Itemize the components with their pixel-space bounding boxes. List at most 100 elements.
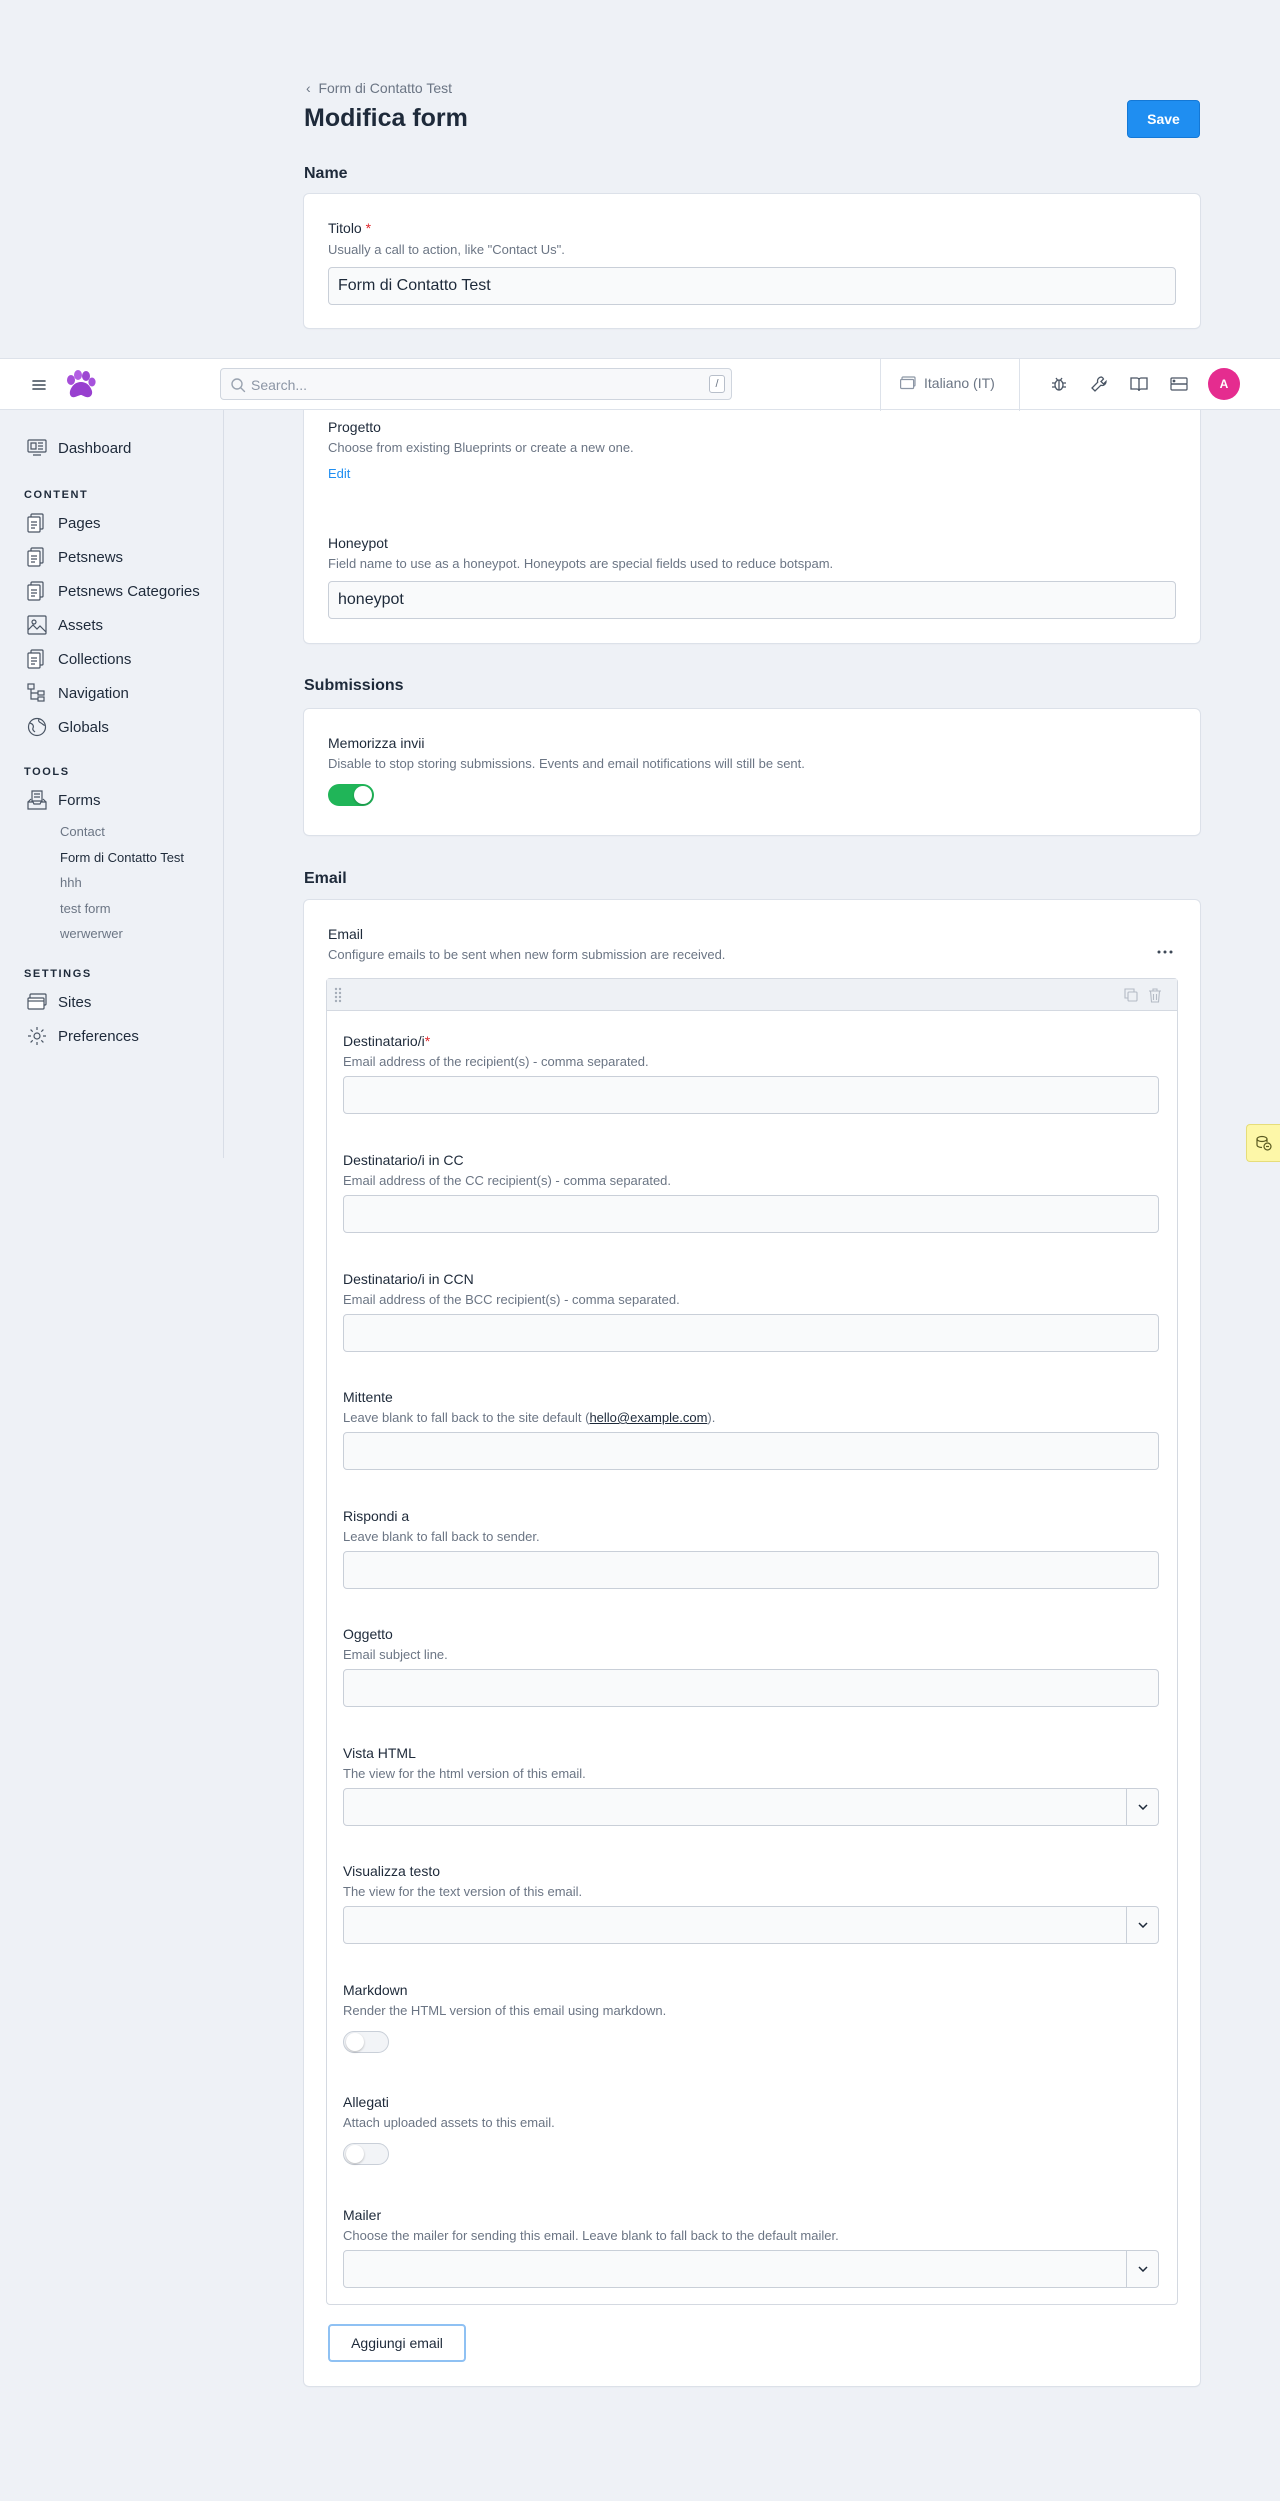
paw-logo-icon[interactable] bbox=[62, 369, 98, 401]
search-icon bbox=[230, 377, 246, 393]
sidebar-item-globals[interactable]: Globals bbox=[26, 716, 109, 738]
navigation-sitemap-icon bbox=[26, 682, 48, 704]
html-view-select[interactable] bbox=[343, 1788, 1159, 1826]
duplicate-icon[interactable] bbox=[1123, 987, 1139, 1003]
chevron-down-icon[interactable] bbox=[1126, 1789, 1158, 1825]
progetto-help: Choose from existing Blueprints or creat… bbox=[328, 440, 634, 455]
more-options-icon[interactable] bbox=[1156, 946, 1174, 958]
name-card: Titolo * Usually a call to action, like … bbox=[304, 194, 1200, 328]
text-view-help: The view for the text version of this em… bbox=[343, 1884, 583, 1899]
honeypot-input[interactable]: honeypot bbox=[328, 581, 1176, 619]
mailer-label: Mailer bbox=[343, 2207, 382, 2223]
sidebar-subitem-contact[interactable]: Contact bbox=[60, 824, 105, 839]
assets-image-icon bbox=[26, 614, 48, 636]
search-shortcut-badge: / bbox=[709, 375, 725, 393]
attachments-help: Attach uploaded assets to this email. bbox=[343, 2115, 555, 2130]
bcc-input[interactable] bbox=[343, 1314, 1159, 1352]
sidebar-item-label: Sites bbox=[58, 993, 92, 1011]
sidebar-item-label: Petsnews Categories bbox=[58, 582, 200, 600]
attachments-label: Allegati bbox=[343, 2094, 389, 2110]
reply-to-help: Leave blank to fall back to sender. bbox=[343, 1529, 540, 1544]
cc-label: Destinatario/i in CC bbox=[343, 1152, 464, 1168]
site-selector[interactable]: Italiano (IT) bbox=[900, 375, 995, 391]
email-set-header bbox=[327, 979, 1177, 1011]
sidebar-item-label: Dashboard bbox=[58, 439, 132, 457]
sidebar-item-label: Petsnews bbox=[58, 548, 124, 566]
docs-book-icon[interactable] bbox=[1128, 373, 1150, 395]
from-input[interactable] bbox=[343, 1432, 1159, 1470]
hamburger-menu-icon[interactable] bbox=[30, 376, 48, 394]
mailer-select[interactable] bbox=[343, 2250, 1159, 2288]
markdown-label: Markdown bbox=[343, 1982, 408, 1998]
sidebar-heading-settings: SETTINGS bbox=[24, 968, 92, 980]
to-input[interactable] bbox=[343, 1076, 1159, 1114]
sidebar-subitem-form-di-contatto-test[interactable]: Form di Contatto Test bbox=[60, 850, 184, 865]
sidebar-item-label: Preferences bbox=[58, 1027, 139, 1045]
chevron-down-icon[interactable] bbox=[1126, 1907, 1158, 1943]
drag-handle-icon[interactable] bbox=[333, 987, 343, 1003]
from-help: Leave blank to fall back to the site def… bbox=[343, 1410, 716, 1425]
sidebar-item-petsnews-categories[interactable]: Petsnews Categories bbox=[26, 580, 200, 602]
markdown-help: Render the HTML version of this email us… bbox=[343, 2003, 667, 2018]
sidebar-item-pages[interactable]: Pages bbox=[26, 512, 101, 534]
sidebar-subitem-test-form[interactable]: test form bbox=[60, 901, 111, 916]
section-title-email: Email bbox=[304, 870, 347, 887]
subject-label: Oggetto bbox=[343, 1626, 393, 1642]
breadcrumb[interactable]: ‹ Form di Contatto Test bbox=[306, 80, 452, 96]
sidebar-subitem-hhh[interactable]: hhh bbox=[60, 875, 82, 890]
default-email-link[interactable]: hello@example.com bbox=[589, 1410, 707, 1425]
debug-toolbar-tab[interactable] bbox=[1246, 1124, 1280, 1162]
store-submissions-help: Disable to stop storing submissions. Eve… bbox=[328, 756, 805, 771]
globe-icon bbox=[26, 716, 48, 738]
collection-icon bbox=[26, 546, 48, 568]
sidebar-item-label: Collections bbox=[58, 650, 132, 668]
sidebar-item-forms[interactable]: Forms bbox=[26, 789, 101, 811]
sidebar-subitem-werwerwer[interactable]: werwerwer bbox=[60, 926, 123, 941]
titolo-input[interactable]: Form di Contatto Test bbox=[328, 267, 1176, 305]
html-view-help: The view for the html version of this em… bbox=[343, 1766, 586, 1781]
sidebar-item-collections[interactable]: Collections bbox=[26, 648, 131, 670]
to-help: Email address of the recipient(s) - comm… bbox=[343, 1054, 649, 1069]
debug-bug-icon[interactable] bbox=[1048, 373, 1070, 395]
breadcrumb-label[interactable]: Form di Contatto Test bbox=[318, 80, 452, 96]
add-email-button[interactable]: Aggiungi email bbox=[328, 2324, 466, 2362]
attachments-toggle[interactable] bbox=[343, 2143, 389, 2165]
wrench-icon[interactable] bbox=[1088, 373, 1110, 395]
markdown-toggle[interactable] bbox=[343, 2031, 389, 2053]
store-submissions-toggle[interactable] bbox=[328, 784, 374, 806]
trash-icon[interactable] bbox=[1147, 987, 1163, 1003]
sidebar-item-label: Forms bbox=[58, 791, 101, 809]
sidebar-item-dashboard[interactable]: Dashboard bbox=[26, 437, 131, 459]
avatar[interactable]: A bbox=[1208, 368, 1240, 400]
search-input[interactable]: Search... / bbox=[220, 368, 732, 400]
section-title-submissions: Submissions bbox=[304, 677, 404, 694]
sidebar-item-sites[interactable]: Sites bbox=[26, 991, 91, 1013]
chevron-down-icon[interactable] bbox=[1126, 2251, 1158, 2287]
sidebar-item-preferences[interactable]: Preferences bbox=[26, 1025, 139, 1047]
sidebar-item-label: Pages bbox=[58, 514, 101, 532]
submissions-card: Memorizza invii Disable to stop storing … bbox=[304, 709, 1200, 835]
save-button[interactable]: Save bbox=[1127, 100, 1200, 138]
sidebar-item-petsnews[interactable]: Petsnews bbox=[26, 546, 123, 568]
reply-to-input[interactable] bbox=[343, 1551, 1159, 1589]
top-bar: Search... / Italiano (IT) A bbox=[0, 358, 1280, 411]
subject-input[interactable] bbox=[343, 1669, 1159, 1707]
collections-icon bbox=[26, 648, 48, 670]
sidebar-item-assets[interactable]: Assets bbox=[26, 614, 103, 636]
text-view-select[interactable] bbox=[343, 1906, 1159, 1944]
progetto-edit-link[interactable]: Edit bbox=[328, 466, 350, 481]
sidebar-item-navigation[interactable]: Navigation bbox=[26, 682, 129, 704]
section-title-name: Name bbox=[304, 165, 348, 182]
taxonomy-icon bbox=[26, 580, 48, 602]
titolo-label: Titolo * bbox=[328, 220, 372, 236]
bcc-label: Destinatario/i in CCN bbox=[343, 1271, 474, 1287]
search-placeholder: Search... bbox=[251, 377, 308, 393]
sidebar-heading-tools: TOOLS bbox=[24, 766, 70, 778]
honeypot-help: Field name to use as a honeypot. Honeypo… bbox=[328, 556, 834, 571]
cc-input[interactable] bbox=[343, 1195, 1159, 1233]
pages-icon bbox=[26, 512, 48, 534]
reply-to-label: Rispondi a bbox=[343, 1508, 410, 1524]
gear-icon bbox=[26, 1025, 48, 1047]
page-title: Modifica form bbox=[304, 104, 468, 132]
cdn-server-icon[interactable] bbox=[1168, 373, 1190, 395]
